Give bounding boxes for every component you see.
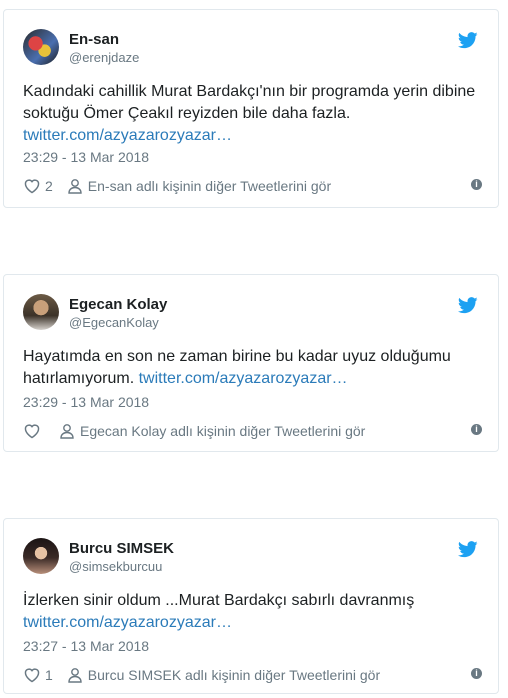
tweet-link[interactable]: twitter.com/azyazarozyazar… [139,370,348,387]
author-name[interactable]: En-san [69,31,119,48]
tweet-card: Burcu SIMSEK @simsekburcuu İzlerken sini… [3,518,499,694]
heart-icon[interactable] [23,423,41,439]
person-icon [60,424,74,439]
like-count: 1 [45,667,53,683]
twitter-bird-icon[interactable] [458,297,478,314]
tweet-card: Egecan Kolay @EgecanKolay Hayatımda en s… [3,274,499,452]
avatar[interactable] [23,538,59,574]
more-tweets-link[interactable]: Egecan Kolay adlı kişinin diğer Tweetler… [80,423,365,439]
info-icon[interactable]: i [471,179,482,190]
author-handle[interactable]: @EgecanKolay [69,315,159,330]
author-name[interactable]: Egecan Kolay [69,296,167,313]
author-handle[interactable]: @erenjdaze [69,50,139,65]
heart-icon[interactable] [23,667,41,683]
info-icon[interactable]: i [471,424,482,435]
person-icon [68,179,82,194]
tweet-actions: 1 Burcu SIMSEK adlı kişinin diğer Tweetl… [23,665,482,685]
avatar[interactable] [23,29,59,65]
heart-icon[interactable] [23,178,41,194]
tweet-timestamp[interactable]: 23:27 - 13 Mar 2018 [23,638,149,654]
like-count: 2 [45,178,53,194]
tweet-card: En-san @erenjdaze Kadındaki cahillik Mur… [3,9,499,208]
twitter-bird-icon[interactable] [458,541,478,558]
twitter-bird-icon[interactable] [458,32,478,49]
tweet-timestamp[interactable]: 23:29 - 13 Mar 2018 [23,394,149,410]
tweet-body: İzlerken sinir oldum ...Murat Bardakçı s… [23,592,415,609]
author-name[interactable]: Burcu SIMSEK [69,540,174,557]
tweet-actions: 2 En-san adlı kişinin diğer Tweetlerini … [23,176,482,196]
tweet-link[interactable]: twitter.com/azyazarozyazar… [23,127,232,144]
more-tweets-link[interactable]: Burcu SIMSEK adlı kişinin diğer Tweetler… [88,667,380,683]
tweet-link[interactable]: twitter.com/azyazarozyazar… [23,614,232,631]
author-handle[interactable]: @simsekburcuu [69,559,162,574]
tweet-actions: Egecan Kolay adlı kişinin diğer Tweetler… [23,421,482,441]
tweet-text: Hayatımda en son ne zaman birine bu kada… [23,346,482,390]
more-tweets-link[interactable]: En-san adlı kişinin diğer Tweetlerini gö… [88,178,331,194]
avatar[interactable] [23,294,59,330]
tweet-timestamp[interactable]: 23:29 - 13 Mar 2018 [23,149,149,165]
info-icon[interactable]: i [471,668,482,679]
tweet-text: İzlerken sinir oldum ...Murat Bardakçı s… [23,590,482,634]
person-icon [68,668,82,683]
tweet-body: Kadındaki cahillik Murat Bardakçı'nın bi… [23,83,476,122]
tweet-text: Kadındaki cahillik Murat Bardakçı'nın bi… [23,81,482,147]
